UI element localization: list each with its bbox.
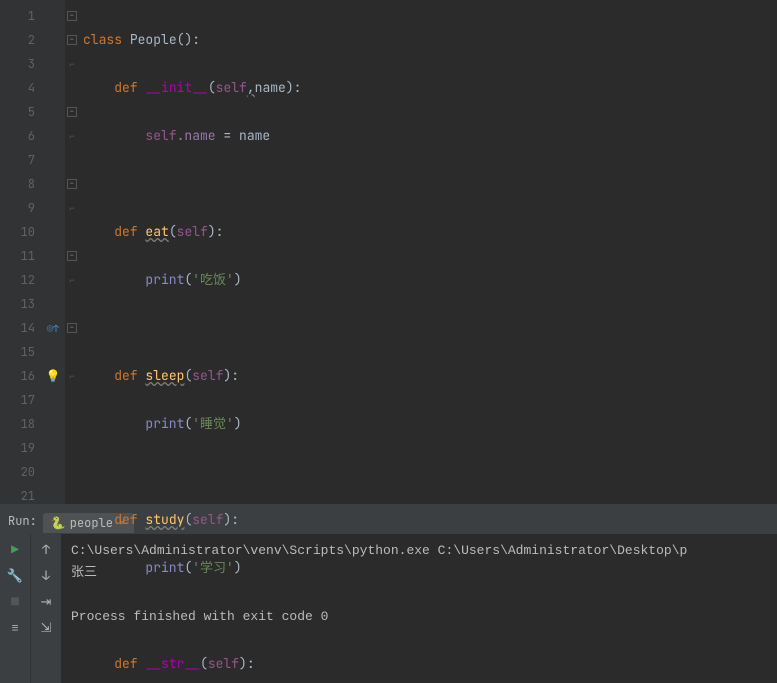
class-name: People <box>130 31 177 48</box>
line-number: 1 <box>0 4 35 28</box>
code-editor[interactable]: class People(): def __init__(self,name):… <box>79 0 777 504</box>
keyword-class: class <box>83 31 122 48</box>
fold-toggle[interactable]: − <box>67 323 77 333</box>
python-icon: 🐍 <box>51 515 66 531</box>
line-number: 15 <box>0 340 35 364</box>
line-number: 14 <box>0 316 35 340</box>
line-number: 17 <box>0 388 35 412</box>
fold-gutter[interactable]: − − ⌐ − ⌐ − ⌐ − ⌐ − ⌐ <box>65 0 79 504</box>
builtin-print: print <box>145 415 184 432</box>
line-number: 8 <box>0 172 35 196</box>
keyword-def: def <box>114 511 137 528</box>
fold-end-icon: ⌐ <box>69 274 74 286</box>
line-number: 16 <box>0 364 35 388</box>
fold-end-icon: ⌐ <box>69 370 74 382</box>
soft-wrap-button[interactable]: ⇥ <box>37 592 55 610</box>
gutter-icons: ◎↑ 💡 <box>41 0 65 504</box>
stop-button[interactable]: ■ <box>6 592 24 610</box>
line-number: 11 <box>0 244 35 268</box>
scroll-end-button[interactable]: ⇲ <box>37 618 55 636</box>
self-param: self <box>216 79 247 96</box>
fold-end-icon: ⌐ <box>69 130 74 142</box>
self-param: self <box>208 655 239 672</box>
attr: .name <box>177 127 216 144</box>
down-button[interactable]: ↓ <box>37 566 55 584</box>
identifier: name <box>239 127 270 144</box>
settings-button[interactable]: 🔧 <box>6 566 24 584</box>
rerun-button[interactable]: ▶ <box>6 540 24 558</box>
method-name: eat <box>145 223 168 240</box>
param: name <box>255 79 286 96</box>
builtin-print: print <box>145 559 184 576</box>
intention-bulb-icon[interactable]: 💡 <box>41 364 65 388</box>
warning-comma: , <box>247 79 255 96</box>
line-number: 18 <box>0 412 35 436</box>
method-name: study <box>145 511 184 528</box>
text: (): <box>177 31 200 48</box>
line-number: 21 <box>0 484 35 508</box>
fold-toggle[interactable]: − <box>67 35 77 45</box>
line-number: 10 <box>0 220 35 244</box>
line-number: 20 <box>0 460 35 484</box>
fold-end-icon: ⌐ <box>69 202 74 214</box>
override-icon[interactable]: ◎↑ <box>41 316 65 340</box>
self-param: self <box>192 511 223 528</box>
fold-end-icon: ⌐ <box>69 58 74 70</box>
method-name: __init__ <box>145 79 207 96</box>
line-number: 6 <box>0 124 35 148</box>
line-number: 13 <box>0 292 35 316</box>
self-ref: self <box>145 127 176 144</box>
line-number: 2 <box>0 28 35 52</box>
string: '吃饭' <box>192 271 234 288</box>
string: '睡觉' <box>192 415 234 432</box>
keyword-def: def <box>114 367 137 384</box>
run-toolbar-secondary: ↑ ↓ ⇥ ⇲ <box>30 534 61 683</box>
editor-pane: 1 2 3 4 5 6 7 8 9 10 11 12 13 14 15 16 1… <box>0 0 777 504</box>
fold-toggle[interactable]: − <box>67 179 77 189</box>
line-number: 3 <box>0 52 35 76</box>
line-number-gutter: 1 2 3 4 5 6 7 8 9 10 11 12 13 14 15 16 1… <box>0 0 41 504</box>
line-number: 4 <box>0 76 35 100</box>
fold-toggle[interactable]: − <box>67 251 77 261</box>
up-button[interactable]: ↑ <box>37 540 55 558</box>
line-number: 7 <box>0 148 35 172</box>
line-number: 12 <box>0 268 35 292</box>
method-name: __str__ <box>145 655 200 672</box>
run-label: Run: <box>8 513 37 529</box>
keyword-def: def <box>114 223 137 240</box>
layout-button[interactable]: ≡ <box>6 618 24 636</box>
op: = <box>216 127 239 144</box>
run-toolbar-primary: ▶ 🔧 ■ ≡ <box>0 534 30 683</box>
keyword-def: def <box>114 655 137 672</box>
keyword-def: def <box>114 79 137 96</box>
self-param: self <box>177 223 208 240</box>
line-number: 19 <box>0 436 35 460</box>
string: '学习' <box>192 559 234 576</box>
fold-toggle[interactable]: − <box>67 107 77 117</box>
method-name: sleep <box>145 367 184 384</box>
self-param: self <box>192 367 223 384</box>
builtin-print: print <box>145 271 184 288</box>
line-number: 9 <box>0 196 35 220</box>
fold-toggle[interactable]: − <box>67 11 77 21</box>
line-number: 5 <box>0 100 35 124</box>
